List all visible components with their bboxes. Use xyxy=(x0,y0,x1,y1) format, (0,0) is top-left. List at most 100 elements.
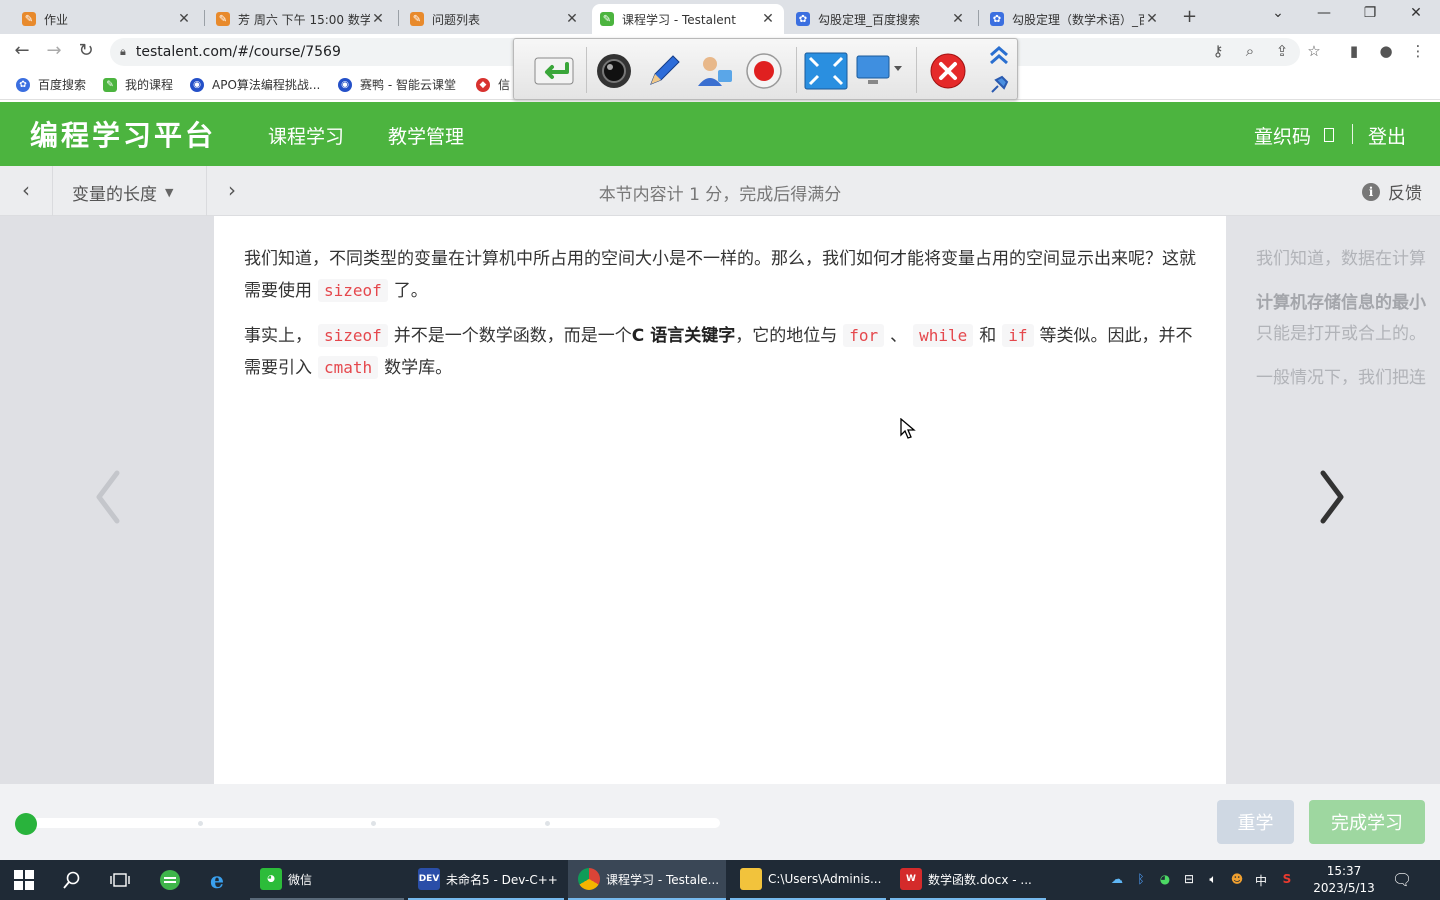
network-icon[interactable]: ⊟ xyxy=(1180,872,1198,886)
browser-tab[interactable]: ✎ 芳 周六 下午 15:00 数学 ✕ xyxy=(208,4,394,34)
side-panel-icon[interactable]: ▮ xyxy=(1344,42,1364,60)
password-key-icon[interactable]: ⚷ xyxy=(1208,42,1228,60)
feedback-button[interactable]: i 反馈 xyxy=(1362,179,1422,204)
volume-icon[interactable]: 🔈︎ xyxy=(1204,872,1222,887)
flag-icon: ◆ xyxy=(476,77,490,92)
browser-360-icon[interactable] xyxy=(158,868,182,892)
app-header: 编程学习平台 课程学习 教学管理 童织码 登出 xyxy=(0,102,1440,166)
task-view-icon[interactable] xyxy=(108,868,132,892)
user-name[interactable]: 童织码 xyxy=(1254,122,1311,149)
prev-slide-arrow-icon[interactable] xyxy=(88,462,128,532)
globe-icon: ◉ xyxy=(190,77,204,92)
notification-center-icon[interactable]: 🗨︎ xyxy=(1392,870,1412,889)
tab-close-icon[interactable]: ✕ xyxy=(1144,11,1160,27)
lesson-title: 变量的长度 xyxy=(72,185,157,205)
user-menu-icon[interactable] xyxy=(1324,128,1334,142)
profile-avatar-icon[interactable]: ● xyxy=(1376,42,1396,60)
devcpp-icon: DEV xyxy=(418,868,440,890)
new-tab-icon[interactable]: + xyxy=(1182,6,1197,27)
lesson-selector[interactable]: 变量的长度 ▼ xyxy=(72,180,173,205)
bookmark-item[interactable]: ✎ 我的课程 xyxy=(103,76,173,93)
nav-course-study[interactable]: 课程学习 xyxy=(268,122,344,149)
onedrive-icon[interactable]: ☁ xyxy=(1108,872,1126,886)
internet-explorer-icon[interactable]: e xyxy=(207,868,231,892)
pen-icon[interactable] xyxy=(644,51,684,91)
system-clock[interactable]: 15:37 2023/5/13 xyxy=(1306,863,1382,897)
collapse-up-icon[interactable] xyxy=(984,41,1014,69)
tab-favicon-icon: ✿ xyxy=(796,12,810,26)
progress-step-dot xyxy=(198,821,203,826)
wps-writer-icon: W xyxy=(900,868,922,890)
webcam-person-icon[interactable] xyxy=(694,51,734,91)
nav-teaching-management[interactable]: 教学管理 xyxy=(388,122,464,149)
lesson-card: 我们知道，不同类型的变量在计算机中所占用的空间大小是不一样的。那么，我们如何才能… xyxy=(214,216,1226,784)
tab-close-icon[interactable]: ✕ xyxy=(370,11,386,27)
chevron-right-icon[interactable]: › xyxy=(222,178,242,202)
ime-language-indicator[interactable]: 中 xyxy=(1252,872,1270,889)
monitor-dropdown-icon[interactable] xyxy=(856,51,904,91)
globe-icon: ◉ xyxy=(338,77,352,92)
taskbar-app-wechat[interactable]: ◕ 微信 xyxy=(250,860,404,900)
wechat-tray-icon[interactable]: ◕ xyxy=(1156,872,1174,886)
tab-favicon-icon: ✿ xyxy=(990,12,1004,26)
preview-line: 一般情况下，我们把连 xyxy=(1256,368,1426,388)
bluetooth-icon[interactable]: ᛒ xyxy=(1132,872,1150,886)
bookmark-item[interactable]: ◉ APO算法编程挑战... xyxy=(190,76,320,93)
ime-mascot-icon[interactable]: ☻ xyxy=(1228,872,1246,886)
restore-icon[interactable]: ❐ xyxy=(1358,5,1382,21)
bookmark-item[interactable]: ✿ 百度搜索 xyxy=(16,76,86,93)
next-slide-arrow-icon[interactable] xyxy=(1312,462,1352,532)
search-icon[interactable] xyxy=(60,868,84,892)
return-arrow-icon[interactable] xyxy=(532,51,576,91)
sogou-ime-icon[interactable]: S xyxy=(1278,872,1296,886)
back-icon[interactable]: ← xyxy=(10,40,34,61)
bookmark-item[interactable]: ◆ 信 xyxy=(476,76,510,93)
browser-tab[interactable]: ✿ 勾股定理（数学术语）_百 ✕ xyxy=(982,4,1168,34)
fullscreen-capture-icon[interactable] xyxy=(804,51,848,91)
preview-line: 计算机存储信息的最小 xyxy=(1256,293,1426,313)
zoom-icon[interactable]: ⌕ xyxy=(1240,42,1260,60)
bookmark-item[interactable]: ◉ 赛鸭 - 智能云课堂 xyxy=(338,76,456,93)
complete-learning-button[interactable]: 完成学习 xyxy=(1309,800,1425,844)
taskbar-app-devcpp[interactable]: DEV 未命名5 - Dev-C++ xyxy=(408,860,564,900)
inline-code: for xyxy=(843,324,885,347)
tab-close-icon[interactable]: ✕ xyxy=(564,11,580,27)
taskbar-app-wps[interactable]: W 数学函数.docx - ... xyxy=(890,860,1046,900)
share-icon[interactable]: ⇪ xyxy=(1272,42,1292,60)
browser-tab[interactable]: ✿ 勾股定理_百度搜索 ✕ xyxy=(788,4,974,34)
forward-icon[interactable]: → xyxy=(42,40,66,61)
tab-search-chevron-icon[interactable]: ⌄ xyxy=(1266,5,1290,21)
tab-close-icon[interactable]: ✕ xyxy=(760,11,776,27)
progress-step-dot xyxy=(371,821,376,826)
progress-footer: 重学 完成学习 xyxy=(0,784,1440,860)
close-recorder-icon[interactable] xyxy=(928,51,968,91)
browser-tab-active[interactable]: ✎ 课程学习 - Testalent ✕ xyxy=(592,4,784,34)
pin-icon[interactable] xyxy=(984,71,1014,99)
chevron-left-icon[interactable]: ‹ xyxy=(16,178,36,202)
taskbar-app-chrome[interactable]: 课程学习 - Testale... xyxy=(568,860,726,900)
reload-icon[interactable]: ↻ xyxy=(74,40,98,61)
relearn-button[interactable]: 重学 xyxy=(1217,800,1294,844)
bold-keyword: C 语言关键字 xyxy=(631,326,736,346)
windows-start-icon[interactable] xyxy=(12,868,36,892)
browser-menu-icon[interactable]: ⋮ xyxy=(1408,42,1428,60)
browser-tab[interactable]: ✎ 作业 ✕ xyxy=(14,4,200,34)
lesson-paragraph: 我们知道，不同类型的变量在计算机中所占用的空间大小是不一样的。那么，我们如何才能… xyxy=(244,249,1196,302)
inline-code: cmath xyxy=(318,356,379,379)
close-window-icon[interactable]: ✕ xyxy=(1404,5,1428,21)
minimize-icon[interactable]: — xyxy=(1312,5,1336,21)
svg-text:e: e xyxy=(210,868,224,892)
bookmark-star-icon[interactable]: ☆ xyxy=(1304,42,1324,60)
logout-link[interactable]: 登出 xyxy=(1368,122,1406,149)
tab-close-icon[interactable]: ✕ xyxy=(950,11,966,27)
record-icon[interactable] xyxy=(744,51,784,91)
taskbar-app-explorer[interactable]: C:\Users\Adminis... xyxy=(730,860,886,900)
mouse-cursor-icon xyxy=(900,417,916,444)
clock-time: 15:37 xyxy=(1326,864,1362,878)
browser-tab[interactable]: ✎ 问题列表 ✕ xyxy=(402,4,588,34)
app-logo[interactable]: 编程学习平台 xyxy=(30,114,216,154)
camera-lens-icon[interactable] xyxy=(594,51,634,91)
tab-close-icon[interactable]: ✕ xyxy=(176,11,192,27)
tab-favicon-icon: ✎ xyxy=(22,12,36,26)
progress-knob[interactable] xyxy=(15,813,37,835)
